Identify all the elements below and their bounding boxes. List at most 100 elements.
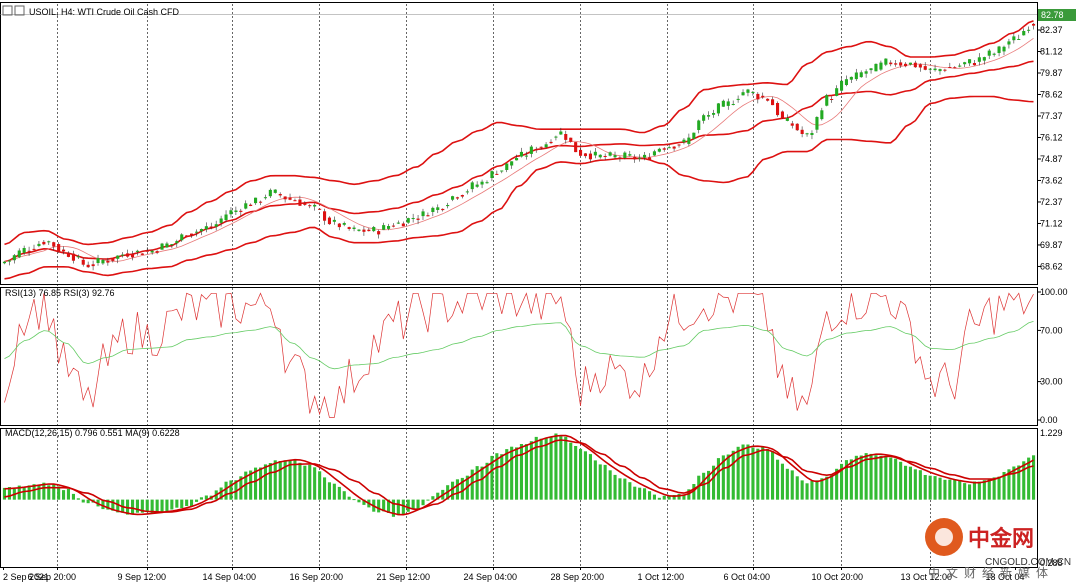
macd-histogram-bar: [751, 447, 755, 500]
chart-header: USOIL, H4: WTI Crude Oil Cash CFD: [2, 5, 180, 17]
macd-histogram-bar: [992, 477, 996, 500]
watermark-logo-text: 中金网: [968, 526, 1034, 552]
macd-histogram-bar: [638, 487, 642, 500]
rsi-panel[interactable]: [4, 292, 1034, 418]
price-label: 77.37: [1040, 111, 1063, 121]
candle-body: [943, 69, 947, 71]
candle-body: [199, 229, 203, 232]
macd-histogram-bar: [830, 474, 834, 500]
candle-body: [938, 69, 942, 72]
candle-body: [657, 148, 661, 152]
candle-body: [726, 101, 730, 106]
macd-histogram-bar: [190, 499, 194, 507]
candle-body: [62, 249, 66, 252]
macd-histogram-bar: [332, 483, 336, 500]
macd-histogram-bar: [997, 476, 1001, 500]
candle-body: [12, 255, 16, 261]
macd-histogram-bar: [588, 454, 592, 500]
candle-body: [431, 207, 435, 212]
candle-body: [790, 123, 794, 126]
candle-body: [652, 151, 656, 156]
macd-histogram-bar: [904, 465, 908, 500]
candle-body: [721, 100, 725, 107]
candle-body: [475, 184, 479, 187]
candle-body: [559, 131, 563, 135]
macd-histogram-bar: [195, 499, 199, 502]
candle-body: [982, 57, 986, 61]
price-label: 79.87: [1040, 68, 1063, 78]
candle-body: [598, 154, 602, 158]
price-axis: 82.37 81.12 79.87 78.62 77.37 76.12 74.87 73.62…: [1037, 25, 1063, 271]
candle-body: [874, 63, 878, 72]
macd-histogram-bar: [86, 499, 90, 504]
candle-body: [515, 158, 519, 161]
candle-body: [190, 233, 194, 236]
candle-body: [524, 155, 528, 157]
macd-histogram-bar: [519, 444, 523, 500]
macd-histogram-bar: [308, 464, 312, 500]
candle-body: [844, 79, 848, 85]
macd-histogram-bar: [52, 484, 56, 500]
macd-histogram-bar: [982, 480, 986, 500]
macd-histogram-bar: [913, 469, 917, 500]
macd-histogram-bar: [155, 499, 159, 512]
macd-panel[interactable]: [2, 433, 1036, 517]
macd-histogram-bar: [303, 465, 307, 500]
candle-body: [859, 72, 863, 78]
price-label: 82.37: [1040, 25, 1063, 35]
macd-histogram-bar: [62, 490, 66, 500]
macd-histogram-bar: [648, 491, 652, 500]
candle-body: [460, 195, 464, 197]
macd-histogram-bar: [662, 495, 666, 500]
price-label: 76.12: [1040, 132, 1063, 142]
candle-body: [150, 250, 154, 253]
candle-body: [47, 241, 51, 243]
candle-body: [815, 117, 819, 130]
candle-body: [283, 196, 287, 200]
macd-histogram-bar: [869, 453, 873, 500]
macd-histogram-bar: [953, 479, 957, 500]
macd-histogram-bar: [66, 488, 70, 500]
macd-histogram-bar: [908, 466, 912, 500]
candle-body: [52, 242, 56, 247]
candle-body: [574, 142, 578, 153]
candle-body: [401, 223, 405, 227]
candle-body: [323, 211, 327, 221]
macd-histogram-bar: [879, 455, 883, 500]
macd-histogram-bar: [71, 493, 75, 500]
candle-body: [692, 132, 696, 139]
macd-histogram-bar: [628, 482, 632, 500]
candle-body: [377, 231, 381, 235]
macd-histogram-bar: [323, 477, 327, 500]
macd-histogram-bar: [180, 499, 184, 509]
candle-body: [643, 154, 647, 158]
macd-histogram-bar: [884, 457, 888, 500]
macd-histogram-bar: [278, 461, 282, 500]
candle-body: [416, 218, 420, 220]
price-panel[interactable]: [2, 20, 1036, 280]
macd-histogram-bar: [298, 462, 302, 500]
macd-histogram-bar: [268, 463, 272, 500]
candle-body: [761, 95, 765, 98]
macd-histogram-bar: [170, 499, 174, 510]
candle-body: [347, 227, 351, 229]
trading-chart[interactable]: 82.37 81.12 79.87 78.62 77.37 76.12 74.87 73.62…: [0, 0, 1080, 586]
candle-body: [780, 111, 784, 119]
macd-signal-line: [4, 439, 1034, 513]
macd-histogram-bar: [574, 446, 578, 500]
macd-histogram-bar: [1017, 465, 1021, 500]
candle-body: [913, 62, 917, 68]
candle-body: [785, 117, 789, 121]
macd-histogram-bar: [199, 497, 203, 500]
candle-body: [968, 59, 972, 64]
macd-histogram-bar: [544, 438, 548, 500]
candle-body: [795, 123, 799, 131]
macd-histogram-bar: [1022, 461, 1026, 500]
macd-histogram-bar: [608, 470, 612, 500]
rsi-label: 0.00: [1040, 415, 1058, 425]
candle-body: [278, 194, 282, 196]
candle-body: [840, 80, 844, 91]
macd-histogram-bar: [771, 451, 775, 500]
candle-body: [57, 244, 61, 252]
macd-histogram-bar: [485, 462, 489, 500]
